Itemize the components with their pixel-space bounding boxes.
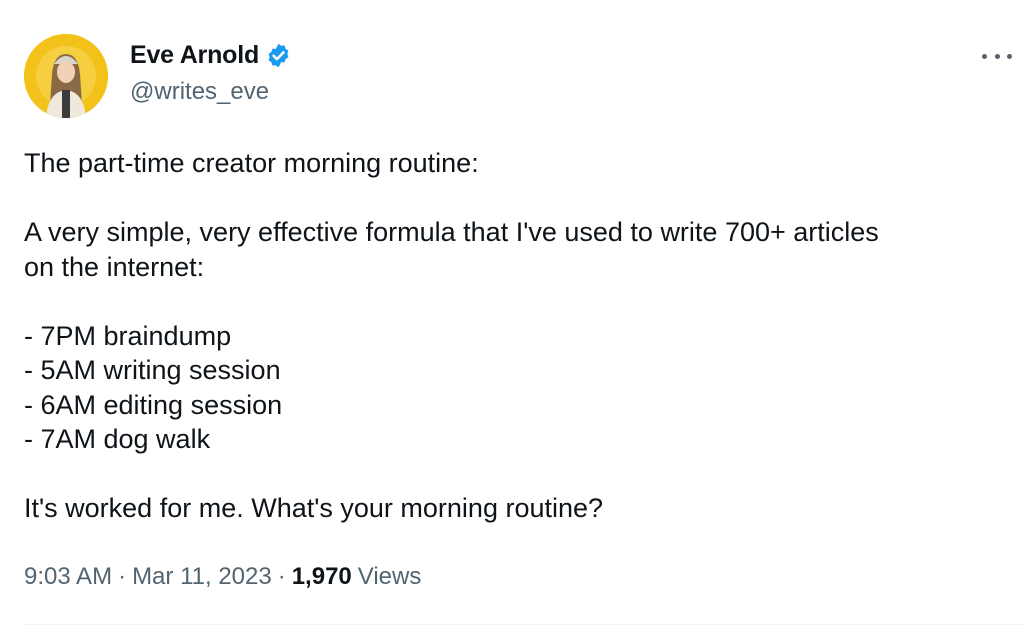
tweet-line: on the internet: [24, 251, 205, 282]
meta-separator: · [118, 563, 127, 590]
avatar[interactable] [24, 34, 108, 118]
tweet-line: It's worked for me. What's your morning … [24, 493, 604, 523]
author-display-name[interactable]: Eve Arnold [130, 41, 259, 70]
more-dot [994, 53, 1000, 59]
verified-badge-icon[interactable] [265, 42, 292, 69]
divider [24, 624, 1024, 625]
tweet-text: The part-time creator morning routine: A… [24, 146, 1014, 526]
tweet-time[interactable]: 9:03 AM [24, 563, 112, 591]
tweet-line: - 7PM braindump [24, 320, 232, 351]
views-count: 1,970 [291, 563, 352, 590]
tweet-meta: 9:03 AM · Mar 11, 2023 · 1,970 Views [24, 563, 421, 591]
views-label: Views [357, 563, 422, 590]
author-name-row: Eve Arnold [130, 38, 292, 72]
meta-separator: · [277, 563, 286, 590]
tweet-line: The part-time creator morning routine: [24, 148, 479, 178]
author-handle[interactable]: @writes_eve [130, 78, 269, 106]
tweet-line: - 6AM editing session [24, 389, 283, 420]
tweet-line: - 5AM writing session [24, 355, 281, 385]
tweet-line: - 7AM dog walk [24, 424, 211, 454]
avatar-photo [24, 34, 108, 118]
tweet-line: A very simple, very effective formula th… [24, 217, 879, 247]
tweet-card: Eve Arnold @writes_eve The part-time cre… [0, 0, 1024, 640]
more-dot [982, 53, 987, 59]
tweet-date[interactable]: Mar 11, 2023 [132, 563, 272, 591]
more-dot [1007, 53, 1012, 59]
more-horizontal-icon[interactable] [982, 48, 1012, 64]
